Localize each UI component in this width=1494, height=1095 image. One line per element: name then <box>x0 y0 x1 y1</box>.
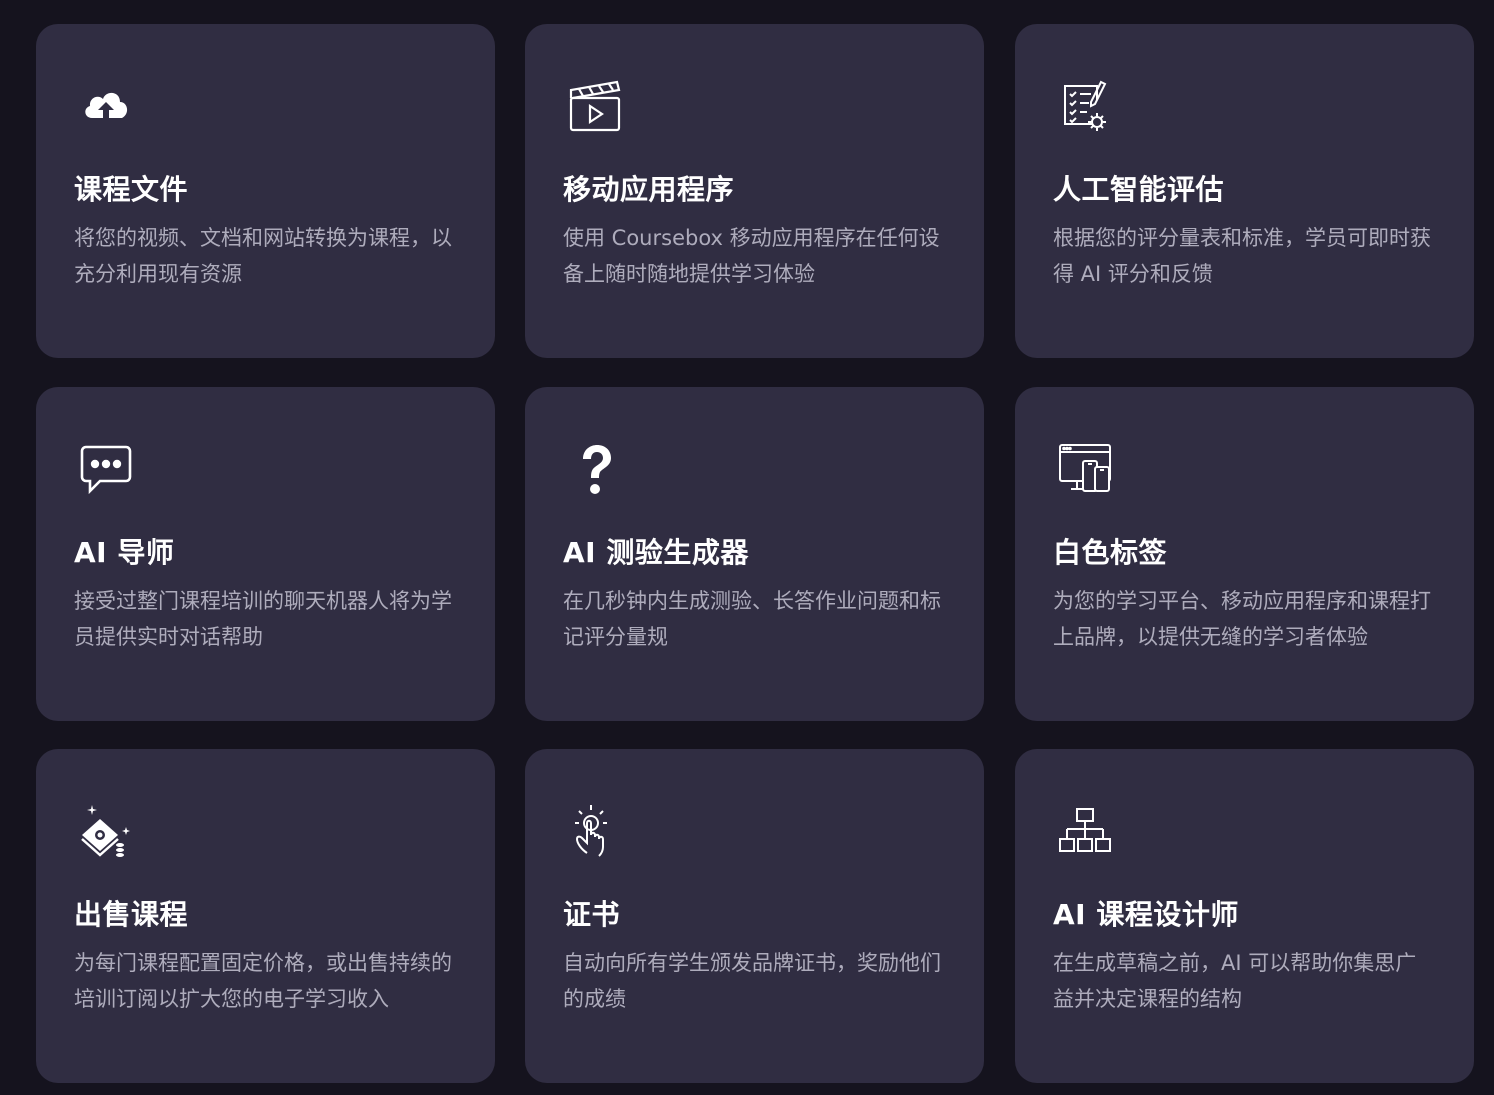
features-grid: 课程文件 将您的视频、文档和网站转换为课程，以充分利用现有资源 移动应用程序 使… <box>0 0 1494 1095</box>
feature-card-mobile-app: 移动应用程序 使用 Coursebox 移动应用程序在任何设备上随时随地提供学习… <box>525 24 984 358</box>
feature-card-white-label: 白色标签 为您的学习平台、移动应用程序和课程打上品牌，以提供无缝的学习者体验 <box>1015 387 1474 721</box>
chat-bubble-icon <box>78 441 134 497</box>
card-description: 自动向所有学生颁发品牌证书，奖励他们的成绩 <box>563 951 941 1011</box>
feature-card-ai-tutor: AI 导师 接受过整门课程培训的聊天机器人将为学员提供实时对话帮助 <box>36 387 495 721</box>
feature-card-sell-courses: 出售课程 为每门课程配置固定价格，或出售持续的培训订阅以扩大您的电子学习收入 <box>36 749 495 1083</box>
card-description: 根据您的评分量表和标准，学员可即时获得 AI 评分和反馈 <box>1053 226 1431 286</box>
card-title: 人工智能评估 <box>1053 173 1225 206</box>
card-title: AI 导师 <box>74 536 175 569</box>
feature-card-course-files: 课程文件 将您的视频、文档和网站转换为课程，以充分利用现有资源 <box>36 24 495 358</box>
money-coins-icon <box>78 803 134 859</box>
card-title: 白色标签 <box>1053 536 1168 569</box>
card-title: AI 课程设计师 <box>1053 898 1239 931</box>
org-chart-icon <box>1057 803 1113 859</box>
card-description: 使用 Coursebox 移动应用程序在任何设备上随时随地提供学习体验 <box>563 226 940 286</box>
card-description: 为每门课程配置固定价格，或出售持续的培训订阅以扩大您的电子学习收入 <box>74 951 452 1011</box>
card-title: 移动应用程序 <box>563 173 735 206</box>
question-mark-icon <box>567 441 623 497</box>
card-description: 在生成草稿之前，AI 可以帮助你集思广益并决定课程的结构 <box>1053 951 1417 1011</box>
checklist-gear-icon <box>1057 78 1113 134</box>
feature-card-certificates: 证书 自动向所有学生颁发品牌证书，奖励他们的成绩 <box>525 749 984 1083</box>
cloud-upload-icon <box>78 78 134 134</box>
feature-card-ai-assessment: 人工智能评估 根据您的评分量表和标准，学员可即时获得 AI 评分和反馈 <box>1015 24 1474 358</box>
card-description: 接受过整门课程培训的聊天机器人将为学员提供实时对话帮助 <box>74 589 452 649</box>
card-title: 出售课程 <box>74 898 189 931</box>
card-description: 将您的视频、文档和网站转换为课程，以充分利用现有资源 <box>74 226 452 286</box>
multi-device-icon <box>1057 441 1113 497</box>
card-description: 为您的学习平台、移动应用程序和课程打上品牌，以提供无缝的学习者体验 <box>1053 589 1431 649</box>
card-title: AI 测验生成器 <box>563 536 749 569</box>
tap-hand-icon <box>567 803 623 859</box>
card-title: 课程文件 <box>74 173 189 206</box>
feature-card-quiz-generator: AI 测验生成器 在几秒钟内生成测验、长答作业问题和标记评分量规 <box>525 387 984 721</box>
card-description: 在几秒钟内生成测验、长答作业问题和标记评分量规 <box>563 589 941 649</box>
card-title: 证书 <box>563 898 621 931</box>
video-clapper-icon <box>567 78 623 134</box>
feature-card-ai-course-designer: AI 课程设计师 在生成草稿之前，AI 可以帮助你集思广益并决定课程的结构 <box>1015 749 1474 1083</box>
